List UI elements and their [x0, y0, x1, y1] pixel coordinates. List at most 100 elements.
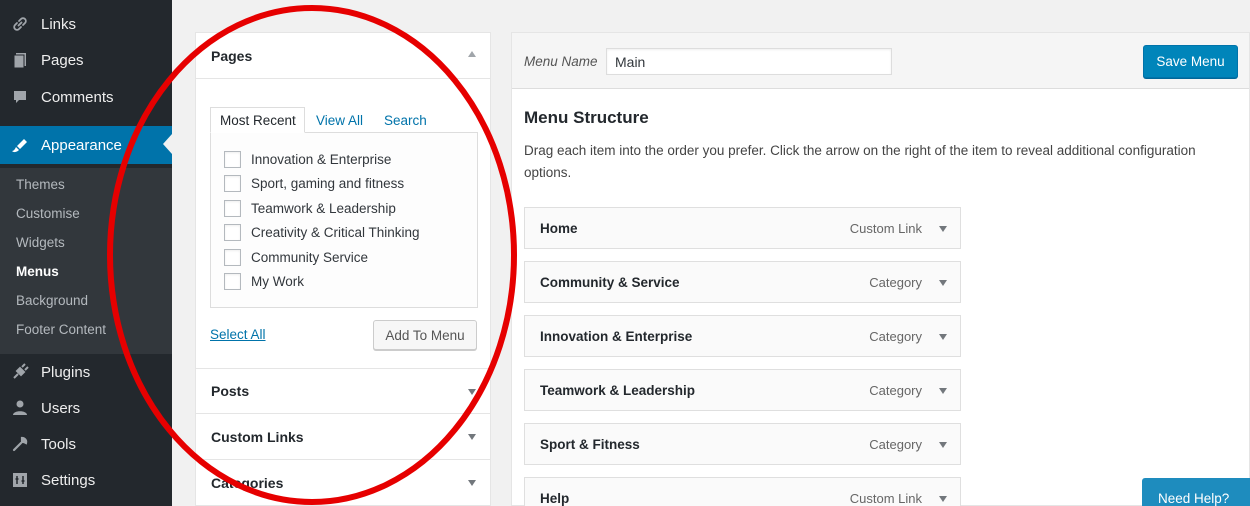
tab-search[interactable]: Search: [384, 107, 427, 133]
sidebar-item-label: Users: [41, 399, 81, 417]
sidebar-item-links[interactable]: Links: [0, 6, 172, 42]
sidebar-item-label: Plugins: [41, 363, 91, 381]
expand-arrow-icon[interactable]: [468, 389, 476, 395]
expand-arrow-icon[interactable]: [939, 280, 947, 286]
section-title: Categories: [211, 474, 284, 491]
sidebar-item-plugins[interactable]: Plugins: [0, 354, 172, 390]
list-item[interactable]: Community Service: [224, 247, 368, 267]
wrench-icon: [10, 434, 30, 454]
submenu-item-widgets[interactable]: Widgets: [16, 235, 65, 250]
menu-item-title: Sport & Fitness: [540, 437, 640, 452]
page-label: Creativity & Critical Thinking: [251, 224, 420, 240]
sidebar-item-label: Tools: [41, 435, 77, 453]
menu-item-row[interactable]: Home Custom Link: [524, 207, 961, 249]
appearance-submenu: Themes Customise Widgets Menus Backgroun…: [0, 168, 172, 354]
expand-arrow-icon[interactable]: [939, 226, 947, 232]
list-item[interactable]: My Work: [224, 271, 304, 291]
menu-item-row[interactable]: Sport & Fitness Category: [524, 423, 961, 465]
menu-item-title: Community & Service: [540, 275, 680, 290]
sidebar-item-pages[interactable]: Pages: [0, 42, 172, 78]
menu-item-row[interactable]: Teamwork & Leadership Category: [524, 369, 961, 411]
page-checkbox[interactable]: [224, 150, 241, 168]
settings-icon: [10, 470, 30, 490]
page-checkbox[interactable]: [224, 223, 241, 241]
submenu-item-themes[interactable]: Themes: [16, 177, 65, 192]
page-checkbox[interactable]: [224, 174, 241, 192]
menu-structure-title: Menu Structure: [524, 108, 649, 127]
menu-item-title: Teamwork & Leadership: [540, 383, 696, 398]
section-title: Pages: [211, 47, 253, 64]
list-item[interactable]: Sport, gaming and fitness: [224, 173, 404, 193]
pages-tabs: Most Recent View All Search: [210, 107, 478, 133]
save-menu-button[interactable]: Save Menu: [1143, 45, 1238, 78]
menu-item-row[interactable]: Innovation & Enterprise Category: [524, 315, 961, 357]
page-label: Innovation & Enterprise: [251, 151, 392, 167]
menu-item-type: Category: [869, 383, 922, 398]
need-help-button[interactable]: Need Help?: [1142, 478, 1250, 506]
submenu-item-footer-content[interactable]: Footer Content: [16, 322, 106, 337]
page-label: Teamwork & Leadership: [251, 200, 396, 216]
collapse-arrow-icon[interactable]: [468, 51, 476, 57]
menu-item-title: Help: [540, 491, 570, 506]
list-item[interactable]: Creativity & Critical Thinking: [224, 222, 420, 242]
menu-structure-description: Drag each item into the order you prefer…: [524, 143, 1196, 180]
expand-arrow-icon[interactable]: [468, 480, 476, 486]
paintbrush-icon: [10, 135, 30, 155]
menu-item-row[interactable]: Community & Service Category: [524, 261, 961, 303]
page-label: Community Service: [251, 249, 369, 265]
page-checkbox[interactable]: [224, 199, 241, 217]
tab-most-recent[interactable]: Most Recent: [210, 107, 305, 133]
comments-icon: [10, 87, 30, 107]
menu-item-type: Custom Link: [849, 221, 922, 236]
menu-name-input[interactable]: Main: [606, 48, 892, 75]
add-menu-items-panel: Pages Most Recent View All Search Innova…: [195, 32, 491, 506]
menu-item-type: Category: [869, 329, 922, 344]
posts-section-header[interactable]: Posts: [196, 368, 490, 414]
sidebar-item-label: Comments: [41, 88, 114, 106]
pages-section-header[interactable]: Pages: [196, 33, 490, 79]
section-title: Posts: [211, 383, 250, 399]
link-icon: [10, 14, 30, 34]
sidebar-item-label: Appearance: [41, 136, 122, 154]
expand-arrow-icon[interactable]: [939, 388, 947, 394]
menu-item-title: Innovation & Enterprise: [540, 329, 693, 344]
page-checkbox[interactable]: [224, 272, 241, 290]
active-indicator: [163, 134, 172, 154]
expand-arrow-icon[interactable]: [468, 434, 476, 440]
sidebar-item-tools[interactable]: Tools: [0, 426, 172, 462]
admin-sidebar: Links Pages Comments Appearance Themes C…: [0, 0, 172, 506]
custom-links-section-header[interactable]: Custom Links: [196, 414, 490, 460]
menu-name-label: Menu Name: [524, 54, 598, 69]
list-item[interactable]: Innovation & Enterprise: [224, 149, 391, 169]
sidebar-item-appearance[interactable]: Appearance: [0, 126, 172, 164]
sidebar-item-settings[interactable]: Settings: [0, 462, 172, 498]
page-label: My Work: [251, 273, 304, 289]
page-checkbox[interactable]: [224, 248, 241, 266]
sidebar-item-label: Links: [41, 15, 77, 33]
sidebar-item-users[interactable]: Users: [0, 390, 172, 426]
users-icon: [10, 398, 30, 418]
expand-arrow-icon[interactable]: [939, 496, 947, 502]
sidebar-item-label: Settings: [41, 471, 96, 489]
tab-view-all[interactable]: View All: [316, 107, 363, 133]
select-all-link[interactable]: Select All: [210, 327, 266, 342]
expand-arrow-icon[interactable]: [939, 334, 947, 340]
menu-item-type: Category: [869, 437, 922, 452]
submenu-item-customise[interactable]: Customise: [16, 206, 80, 221]
plugin-icon: [10, 362, 30, 382]
menu-item-type: Category: [869, 275, 922, 290]
categories-section-header[interactable]: Categories: [196, 460, 490, 506]
pages-icon: [10, 50, 30, 70]
pages-checklist: Innovation & Enterprise Sport, gaming an…: [210, 132, 478, 308]
add-to-menu-button[interactable]: Add To Menu: [373, 320, 477, 350]
sidebar-item-comments[interactable]: Comments: [0, 79, 172, 115]
list-item[interactable]: Teamwork & Leadership: [224, 198, 396, 218]
menu-name-bar: Menu Name Main Save Menu: [512, 33, 1249, 89]
submenu-item-menus[interactable]: Menus: [16, 264, 59, 279]
sidebar-item-label: Pages: [41, 51, 84, 69]
menu-item-type: Custom Link: [849, 491, 922, 506]
page-label: Sport, gaming and fitness: [251, 175, 405, 191]
submenu-item-background[interactable]: Background: [16, 293, 88, 308]
expand-arrow-icon[interactable]: [939, 442, 947, 448]
menu-item-row[interactable]: Help Custom Link: [524, 477, 961, 506]
